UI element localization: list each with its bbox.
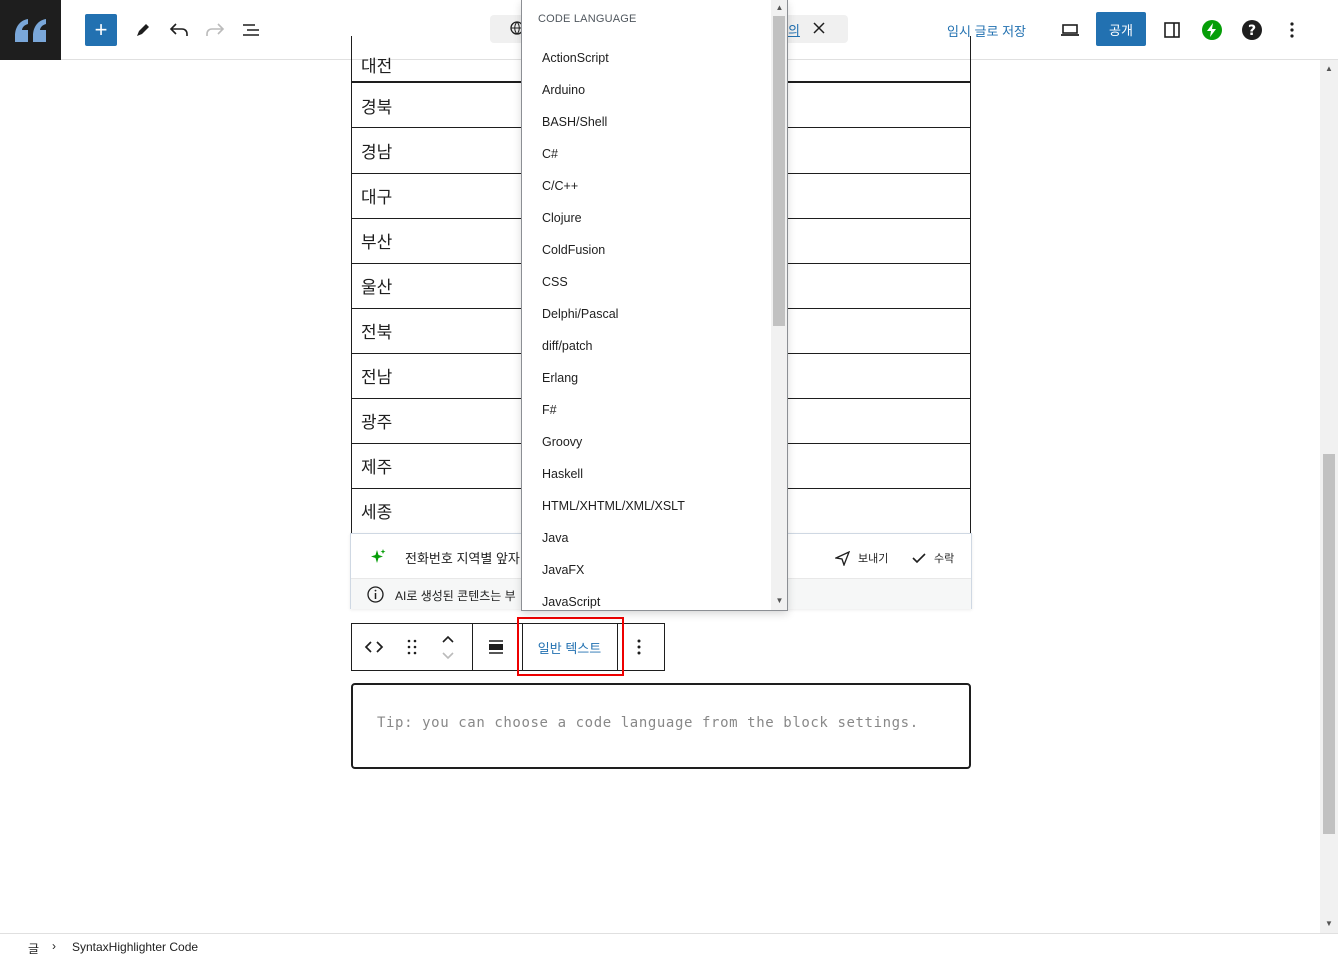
- ai-notice-text: AI로 생성된 콘텐츠는 부: [395, 589, 516, 603]
- chevron-up-icon: [442, 635, 454, 643]
- breadcrumb-root[interactable]: 글: [28, 940, 39, 957]
- scroll-up-arrow-icon[interactable]: ▲: [1320, 62, 1338, 76]
- language-option[interactable]: JavaScript: [522, 586, 771, 610]
- tools-button[interactable]: [127, 14, 159, 46]
- options-button[interactable]: [1276, 14, 1308, 46]
- code-language-dropdown: CODE LANGUAGE ActionScript Arduino BASH/…: [521, 0, 788, 611]
- ai-send-label: 보내기: [858, 553, 889, 565]
- chevron-right-icon: ›: [52, 939, 56, 953]
- toolbar-divider: [472, 624, 473, 670]
- dropdown-title: CODE LANGUAGE: [538, 13, 637, 25]
- move-up-button[interactable]: [440, 632, 456, 650]
- code-placeholder: Tip: you can choose a code language from…: [377, 715, 919, 731]
- language-option[interactable]: JavaFX: [522, 554, 771, 586]
- language-list: ActionScript Arduino BASH/Shell C# C/C++…: [522, 42, 771, 610]
- pencil-icon: [137, 24, 149, 36]
- language-option[interactable]: Java: [522, 522, 771, 554]
- ai-accept-button[interactable]: 수락: [912, 550, 954, 566]
- check-icon: [912, 553, 926, 564]
- table-cell[interactable]: 대전: [352, 36, 522, 81]
- language-option[interactable]: Delphi/Pascal: [522, 298, 771, 330]
- scroll-down-arrow-icon[interactable]: ▼: [1320, 917, 1338, 931]
- command-bar-close[interactable]: [812, 18, 828, 38]
- table-cell[interactable]: 대구: [352, 173, 522, 218]
- language-option[interactable]: F#: [522, 394, 771, 426]
- laptop-icon: [1061, 24, 1079, 36]
- ai-accept-label: 수락: [934, 553, 955, 565]
- close-icon: [813, 22, 825, 34]
- table-cell[interactable]: 세종: [352, 488, 522, 533]
- page-scroll-thumb[interactable]: [1323, 454, 1335, 834]
- table-cell[interactable]: 부산: [352, 218, 522, 263]
- page-scrollbar[interactable]: ▲ ▼: [1320, 60, 1338, 933]
- jetpack-bolt-icon: [1202, 20, 1222, 40]
- language-option[interactable]: Haskell: [522, 458, 771, 490]
- help-icon: ?: [1242, 20, 1262, 40]
- language-option[interactable]: CSS: [522, 266, 771, 298]
- preview-button[interactable]: [1054, 14, 1086, 46]
- table-cell[interactable]: 경남: [352, 128, 522, 173]
- table-cell[interactable]: 제주: [352, 443, 522, 488]
- block-breadcrumb-bar: 글 › SyntaxHighlighter Code: [0, 933, 1338, 959]
- drag-handle[interactable]: [406, 639, 418, 660]
- send-icon: [835, 550, 850, 566]
- language-option[interactable]: diff/patch: [522, 330, 771, 362]
- language-option[interactable]: Arduino: [522, 74, 771, 106]
- move-down-button[interactable]: [440, 649, 456, 667]
- language-option[interactable]: Clojure: [522, 202, 771, 234]
- scroll-up-arrow-icon[interactable]: ▲: [771, 1, 787, 15]
- language-option[interactable]: ColdFusion: [522, 234, 771, 266]
- block-type-button[interactable]: [364, 639, 384, 660]
- language-option[interactable]: HTML/XHTML/XML/XSLT: [522, 490, 771, 522]
- highlight-box: [517, 617, 624, 676]
- vertical-ellipsis-icon: [637, 639, 641, 655]
- language-option[interactable]: C/C++: [522, 170, 771, 202]
- ai-prompt-text: 전화번호 지역별 앞자: [405, 551, 520, 566]
- undo-icon: [169, 23, 188, 36]
- align-button[interactable]: [487, 639, 505, 660]
- dropdown-scrollbar[interactable]: ▲ ▼: [771, 0, 787, 610]
- help-button[interactable]: ?: [1236, 14, 1268, 46]
- block-options-button[interactable]: [637, 639, 641, 660]
- jetpack-button[interactable]: [1196, 14, 1228, 46]
- language-option[interactable]: C#: [522, 138, 771, 170]
- info-icon: [367, 586, 384, 603]
- drag-handle-icon: [407, 639, 417, 655]
- align-icon: [489, 640, 503, 654]
- redo-icon: [206, 23, 225, 36]
- language-option[interactable]: ActionScript: [522, 42, 771, 74]
- add-block-button[interactable]: +: [85, 14, 117, 46]
- table-cell[interactable]: 울산: [352, 263, 522, 308]
- redo-button[interactable]: [199, 14, 231, 46]
- undo-button[interactable]: [163, 14, 195, 46]
- plus-icon: +: [94, 17, 108, 42]
- breadcrumb-current-block[interactable]: SyntaxHighlighter Code: [72, 940, 198, 954]
- list-view-icon: [243, 24, 259, 36]
- table-cell[interactable]: 광주: [352, 398, 522, 443]
- language-option[interactable]: Groovy: [522, 426, 771, 458]
- publish-button[interactable]: 공개: [1096, 12, 1146, 46]
- language-option[interactable]: BASH/Shell: [522, 106, 771, 138]
- vertical-ellipsis-icon: [1290, 22, 1294, 38]
- sidebar-icon: [1164, 22, 1180, 38]
- settings-sidebar-button[interactable]: [1156, 14, 1188, 46]
- document-overview-button[interactable]: [235, 14, 267, 46]
- table-cell[interactable]: 전남: [352, 353, 522, 398]
- language-option[interactable]: Erlang: [522, 362, 771, 394]
- ai-send-button[interactable]: 보내기: [835, 550, 888, 566]
- quote-logo-icon: [14, 19, 46, 42]
- sparkles-icon: [371, 549, 386, 563]
- code-icon: [364, 641, 384, 653]
- table-cell[interactable]: 전북: [352, 308, 522, 353]
- table-cell[interactable]: 경북: [352, 83, 522, 127]
- svg-text:?: ?: [1248, 23, 1256, 39]
- dropdown-scroll-thumb[interactable]: [773, 16, 785, 326]
- site-logo[interactable]: [0, 0, 61, 60]
- syntaxhighlighter-code-block[interactable]: Tip: you can choose a code language from…: [351, 683, 971, 769]
- scroll-down-arrow-icon[interactable]: ▼: [771, 594, 787, 608]
- chevron-down-icon: [442, 652, 454, 660]
